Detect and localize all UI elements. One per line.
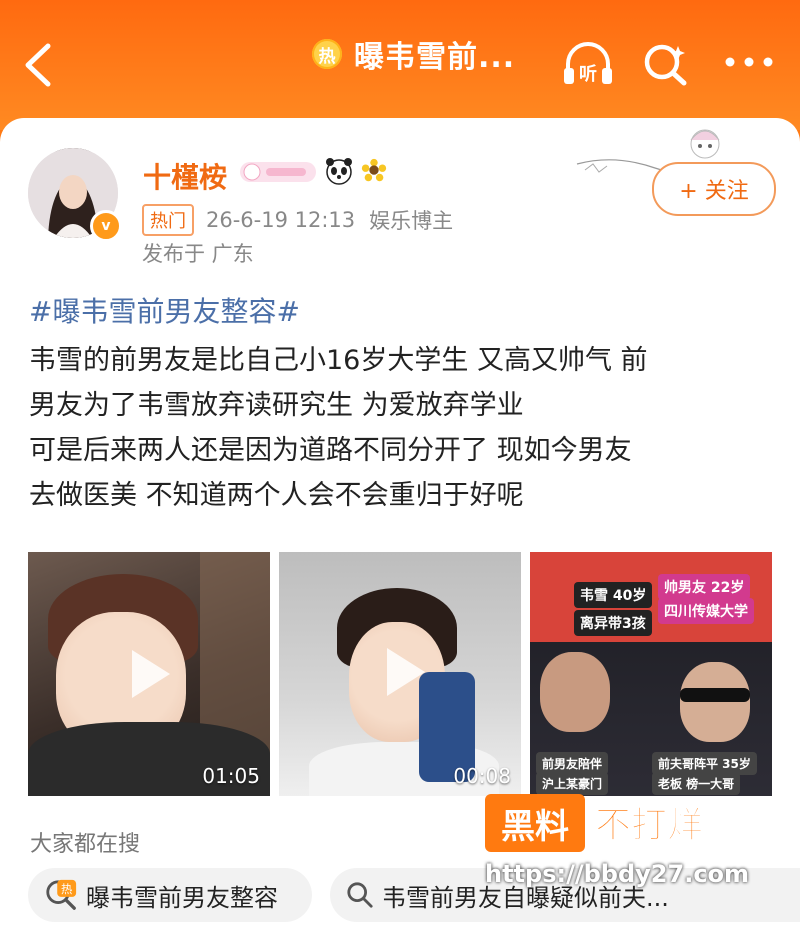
hot-icon: 热 [312,39,342,69]
back-button[interactable] [18,40,58,90]
bunny-badge-icon [240,162,316,182]
username[interactable]: 十槿桉 [143,156,227,196]
hot-tag: 热门 [142,204,194,236]
listen-label: 听 [579,63,597,85]
post-text: 韦雪的前男友是比自己小16岁大学生 又高又帅气 前 男友为了韦雪放弃读研究生 为… [29,338,774,518]
top-bar: 热 曝韦雪前... 听 [0,0,800,130]
image-label: 沪上某豪门 [536,772,609,795]
more-button[interactable] [722,52,776,72]
video-thumbnail[interactable]: 00:08 [279,552,521,796]
listen-button[interactable]: 听 [560,40,616,86]
play-icon [132,650,170,698]
follow-button[interactable]: + 关注 [652,162,776,216]
image-label: 离异带3孩 [574,610,652,636]
search-icon [347,882,373,908]
chevron-left-icon [25,43,51,87]
author-role: 娱乐博主 [369,209,454,233]
hot-search-icon-label: 热 [61,882,72,896]
watermark-text: 不打烊 [594,805,704,847]
image-label: 帅男友 22岁 [658,574,751,600]
headphones-icon: 听 [564,42,612,85]
watermark-badge: 黑料 [485,794,585,852]
image-label: 老板 榜一大哥 [652,772,741,795]
post-card: v 十槿桉 热门 26-6-19 12:13 娱乐博主 发布于 广东 + 关注 … [0,118,800,926]
topic-header: 热 曝韦雪前... [312,34,516,75]
panda-icon [326,158,352,185]
verified-badge-icon: v [90,210,122,242]
play-icon [387,648,425,696]
post-text-line: 去做医美 不知道两个人会不会重归于好呢 [29,480,524,511]
post-text-line: 男友为了韦雪放弃读研究生 为爱放弃学业 [29,390,524,421]
video-thumbnail[interactable]: 01:05 [28,552,270,796]
post-location: 发布于 广东 [142,242,254,266]
post-meta: 热门 26-6-19 12:13 娱乐博主 [142,204,453,236]
more-dots-icon [725,57,773,67]
post-date: 26-6-19 12:13 [206,208,356,232]
watermark-url: https://bbdy27.com [485,860,750,888]
watermark: 黑料 不打烊 https://bbdy27.com [485,794,800,914]
media-grid: 01:05 00:08 韦雪 40岁 离异带3孩 帅男友 22岁 四川传媒大学 … [28,552,772,798]
sunflower-icon [361,158,387,182]
emoji-decorations [238,154,388,188]
hot-search-icon: 热 [46,879,77,910]
image-label: 韦雪 40岁 [574,582,653,608]
search-chip-text: 曝韦雪前男友整容 [86,883,278,912]
image-label: 四川传媒大学 [658,598,754,624]
post-text-line: 韦雪的前男友是比自己小16岁大学生 又高又帅气 前 [29,345,648,376]
image-thumbnail[interactable]: 韦雪 40岁 离异带3孩 帅男友 22岁 四川传媒大学 前男友陪伴 沪上某豪门 … [530,552,772,796]
trending-search-title: 大家都在搜 [30,832,141,857]
search-icon [644,44,687,86]
search-button[interactable] [642,42,690,86]
post-text-line: 可是后来两人还是因为道路不同分开了 现如今男友 [29,435,632,466]
topic-hashtag-link[interactable]: #曝韦雪前男友整容# [29,290,300,330]
search-suggestion-chip[interactable]: 热 曝韦雪前男友整容 [28,868,312,922]
topic-title: 曝韦雪前... [354,40,516,75]
video-duration: 00:08 [453,764,511,788]
video-duration: 01:05 [202,764,260,788]
